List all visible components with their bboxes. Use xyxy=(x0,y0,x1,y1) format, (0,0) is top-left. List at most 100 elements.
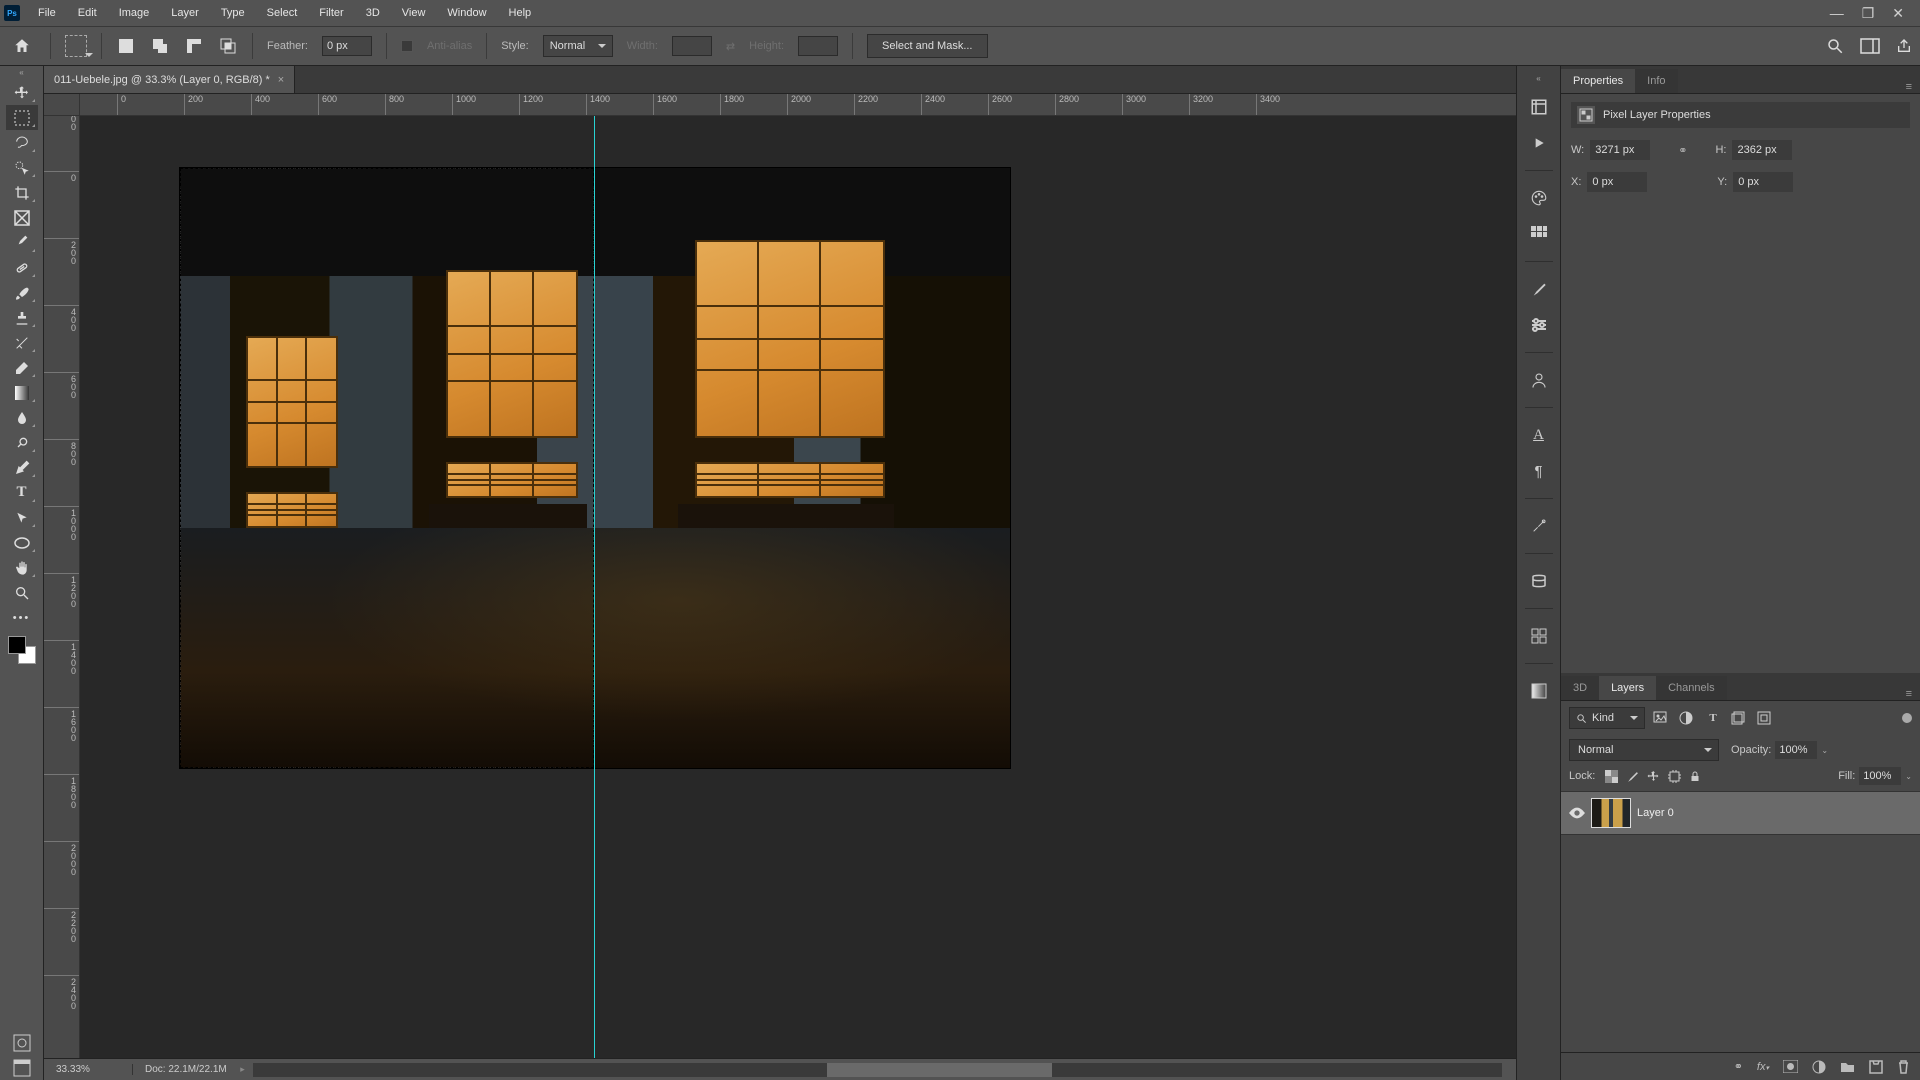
history-panel-icon[interactable] xyxy=(1524,94,1554,120)
horizontal-scrollbar[interactable] xyxy=(253,1063,1502,1077)
style-select[interactable]: Normal xyxy=(543,35,613,57)
menu-3d[interactable]: 3D xyxy=(356,3,390,23)
filter-type-icon[interactable]: T xyxy=(1705,712,1721,724)
color-panel-icon[interactable] xyxy=(1524,185,1554,211)
layer-filter-kind-select[interactable]: Kind xyxy=(1569,707,1645,729)
filter-smart-icon[interactable] xyxy=(1757,711,1773,725)
marquee-tool[interactable] xyxy=(6,105,38,130)
character-panel-icon[interactable]: A xyxy=(1524,422,1554,448)
hand-tool[interactable] xyxy=(6,555,38,580)
filter-shape-icon[interactable] xyxy=(1731,711,1747,725)
tab-info[interactable]: Info xyxy=(1635,69,1677,93)
history-brush-tool[interactable] xyxy=(6,330,38,355)
layer-visibility-icon[interactable] xyxy=(1569,807,1585,819)
lock-artboard-icon[interactable] xyxy=(1668,770,1681,783)
tool-preset-marquee[interactable] xyxy=(65,35,87,57)
adjustment-layer-icon[interactable] xyxy=(1812,1060,1826,1074)
learn-panel-icon[interactable] xyxy=(1524,367,1554,393)
menu-view[interactable]: View xyxy=(392,3,436,23)
actions-panel-icon[interactable] xyxy=(1524,130,1554,156)
fill-input[interactable] xyxy=(1859,767,1901,785)
paragraph-panel-icon[interactable]: ¶ xyxy=(1524,458,1554,484)
zoom-level[interactable]: 33.33% xyxy=(44,1064,132,1075)
link-wh-icon[interactable]: ⚭ xyxy=(1678,144,1687,157)
lock-position-icon[interactable] xyxy=(1647,770,1660,783)
feather-input[interactable] xyxy=(322,36,372,56)
menu-type[interactable]: Type xyxy=(211,3,255,23)
ruler-vertical[interactable]: 2000200400600800100012001400160018002000… xyxy=(44,116,80,1058)
close-tab-icon[interactable]: × xyxy=(278,74,284,86)
canvas-area[interactable] xyxy=(80,116,1516,1058)
home-button[interactable] xyxy=(8,32,36,60)
stamp-tool[interactable] xyxy=(6,305,38,330)
new-layer-icon[interactable] xyxy=(1869,1060,1883,1074)
quick-select-tool[interactable] xyxy=(6,155,38,180)
marquee-selection[interactable] xyxy=(180,168,594,768)
menu-image[interactable]: Image xyxy=(109,3,160,23)
gradient-tool[interactable] xyxy=(6,380,38,405)
tab-channels[interactable]: Channels xyxy=(1656,676,1726,700)
type-tool[interactable]: T xyxy=(6,480,38,505)
menu-file[interactable]: File xyxy=(28,3,66,23)
lock-all-icon[interactable] xyxy=(1689,770,1701,783)
selection-subtract-icon[interactable] xyxy=(184,36,204,56)
layer-filter-toggle[interactable] xyxy=(1902,713,1912,723)
menu-edit[interactable]: Edit xyxy=(68,3,107,23)
lock-pixels-icon[interactable] xyxy=(1626,770,1639,783)
tab-layers[interactable]: Layers xyxy=(1599,676,1656,700)
swatches-panel-icon[interactable] xyxy=(1524,221,1554,247)
path-select-tool[interactable] xyxy=(6,505,38,530)
screen-mode-button[interactable] xyxy=(6,1055,38,1080)
lock-transparency-icon[interactable] xyxy=(1605,770,1618,783)
adjustments-panel-icon[interactable] xyxy=(1524,312,1554,338)
dodge-tool[interactable] xyxy=(6,430,38,455)
layer-mask-icon[interactable] xyxy=(1783,1060,1798,1073)
color-swatches[interactable] xyxy=(8,636,36,664)
document-tab[interactable]: 011-Uebele.jpg @ 33.3% (Layer 0, RGB/8) … xyxy=(44,66,295,93)
link-layers-icon[interactable]: ⚭ xyxy=(1734,1060,1743,1073)
share-icon[interactable] xyxy=(1896,38,1912,54)
layer-name[interactable]: Layer 0 xyxy=(1637,807,1674,819)
prop-y-input[interactable] xyxy=(1733,172,1793,192)
patterns-panel-icon[interactable] xyxy=(1524,623,1554,649)
menu-select[interactable]: Select xyxy=(257,3,308,23)
window-close-icon[interactable]: ✕ xyxy=(1892,5,1904,22)
gradients-panel-icon[interactable] xyxy=(1524,678,1554,704)
tab-3d[interactable]: 3D xyxy=(1561,676,1599,700)
eraser-tool[interactable] xyxy=(6,355,38,380)
layer-thumbnail[interactable] xyxy=(1591,798,1631,828)
select-and-mask-button[interactable]: Select and Mask... xyxy=(867,34,988,58)
properties-panel-menu-icon[interactable]: ≡ xyxy=(1898,81,1920,93)
prop-h-input[interactable] xyxy=(1732,140,1792,160)
prop-w-input[interactable] xyxy=(1590,140,1650,160)
search-icon[interactable] xyxy=(1826,37,1844,55)
workspace-switcher-icon[interactable] xyxy=(1860,38,1880,54)
quick-mask-button[interactable] xyxy=(6,1030,38,1055)
opacity-input[interactable] xyxy=(1775,741,1817,759)
layer-fx-icon[interactable]: fx▾ xyxy=(1757,1061,1769,1073)
ruler-origin[interactable] xyxy=(44,94,80,116)
frame-tool[interactable] xyxy=(6,205,38,230)
menu-window[interactable]: Window xyxy=(437,3,496,23)
panelstrip-collapse-handle[interactable]: « xyxy=(1536,74,1540,84)
filter-pixel-icon[interactable] xyxy=(1653,711,1669,725)
tools-collapse-handle[interactable]: « xyxy=(0,68,43,80)
window-restore-icon[interactable]: ❐ xyxy=(1862,5,1875,22)
brushes-panel-icon[interactable] xyxy=(1524,276,1554,302)
window-minimize-icon[interactable]: — xyxy=(1830,5,1844,22)
eyedropper-tool[interactable] xyxy=(6,230,38,255)
selection-add-icon[interactable] xyxy=(150,36,170,56)
filter-adjust-icon[interactable] xyxy=(1679,711,1695,725)
crop-tool[interactable] xyxy=(6,180,38,205)
guide-vertical[interactable] xyxy=(594,116,595,1058)
foreground-color-swatch[interactable] xyxy=(8,636,26,654)
zoom-tool[interactable] xyxy=(6,580,38,605)
move-tool[interactable] xyxy=(6,80,38,105)
menu-filter[interactable]: Filter xyxy=(309,3,353,23)
brush-tool[interactable] xyxy=(6,280,38,305)
healing-tool[interactable] xyxy=(6,255,38,280)
edit-toolbar-button[interactable]: ••• xyxy=(6,605,38,630)
doc-info[interactable]: Doc: 22.1M/22.1M xyxy=(132,1064,239,1075)
libraries-panel-icon[interactable] xyxy=(1524,568,1554,594)
new-group-icon[interactable] xyxy=(1840,1061,1855,1073)
